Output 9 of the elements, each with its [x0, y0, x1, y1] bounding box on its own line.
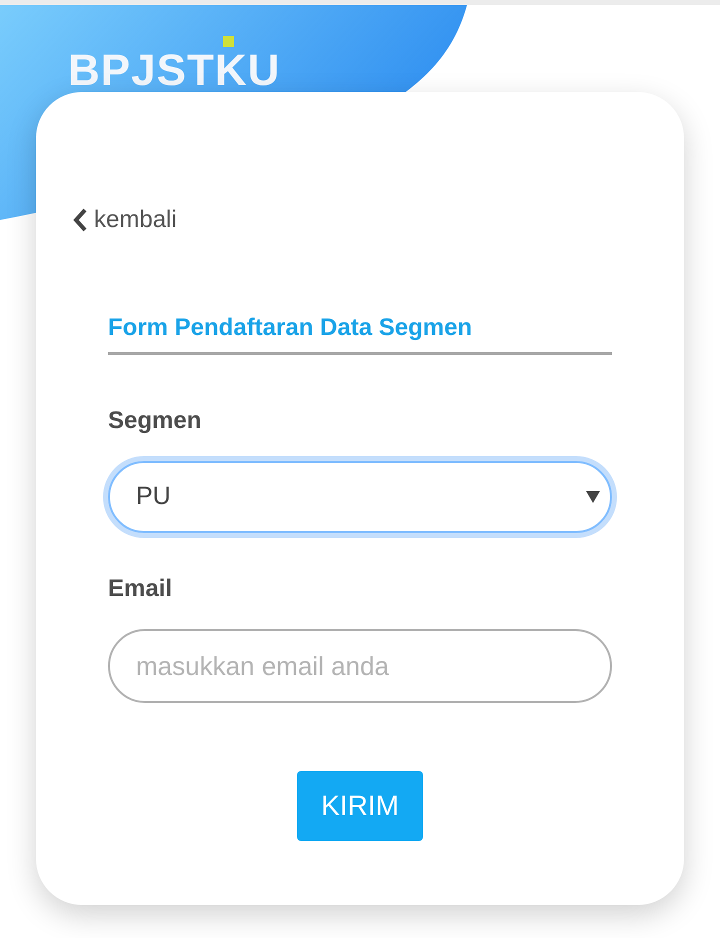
logo-square-icon — [223, 36, 234, 47]
form-title: Form Pendaftaran Data Segmen — [108, 310, 612, 355]
caret-icon — [586, 491, 600, 503]
chevron-left-icon — [72, 208, 88, 232]
back-link[interactable]: kembali — [72, 202, 177, 238]
field-label: Email — [108, 574, 174, 604]
field-label: Segmen — [108, 406, 202, 436]
email-field[interactable]: masukkan email anda — [108, 629, 612, 703]
logo-text: BPJSTKU — [68, 46, 280, 95]
